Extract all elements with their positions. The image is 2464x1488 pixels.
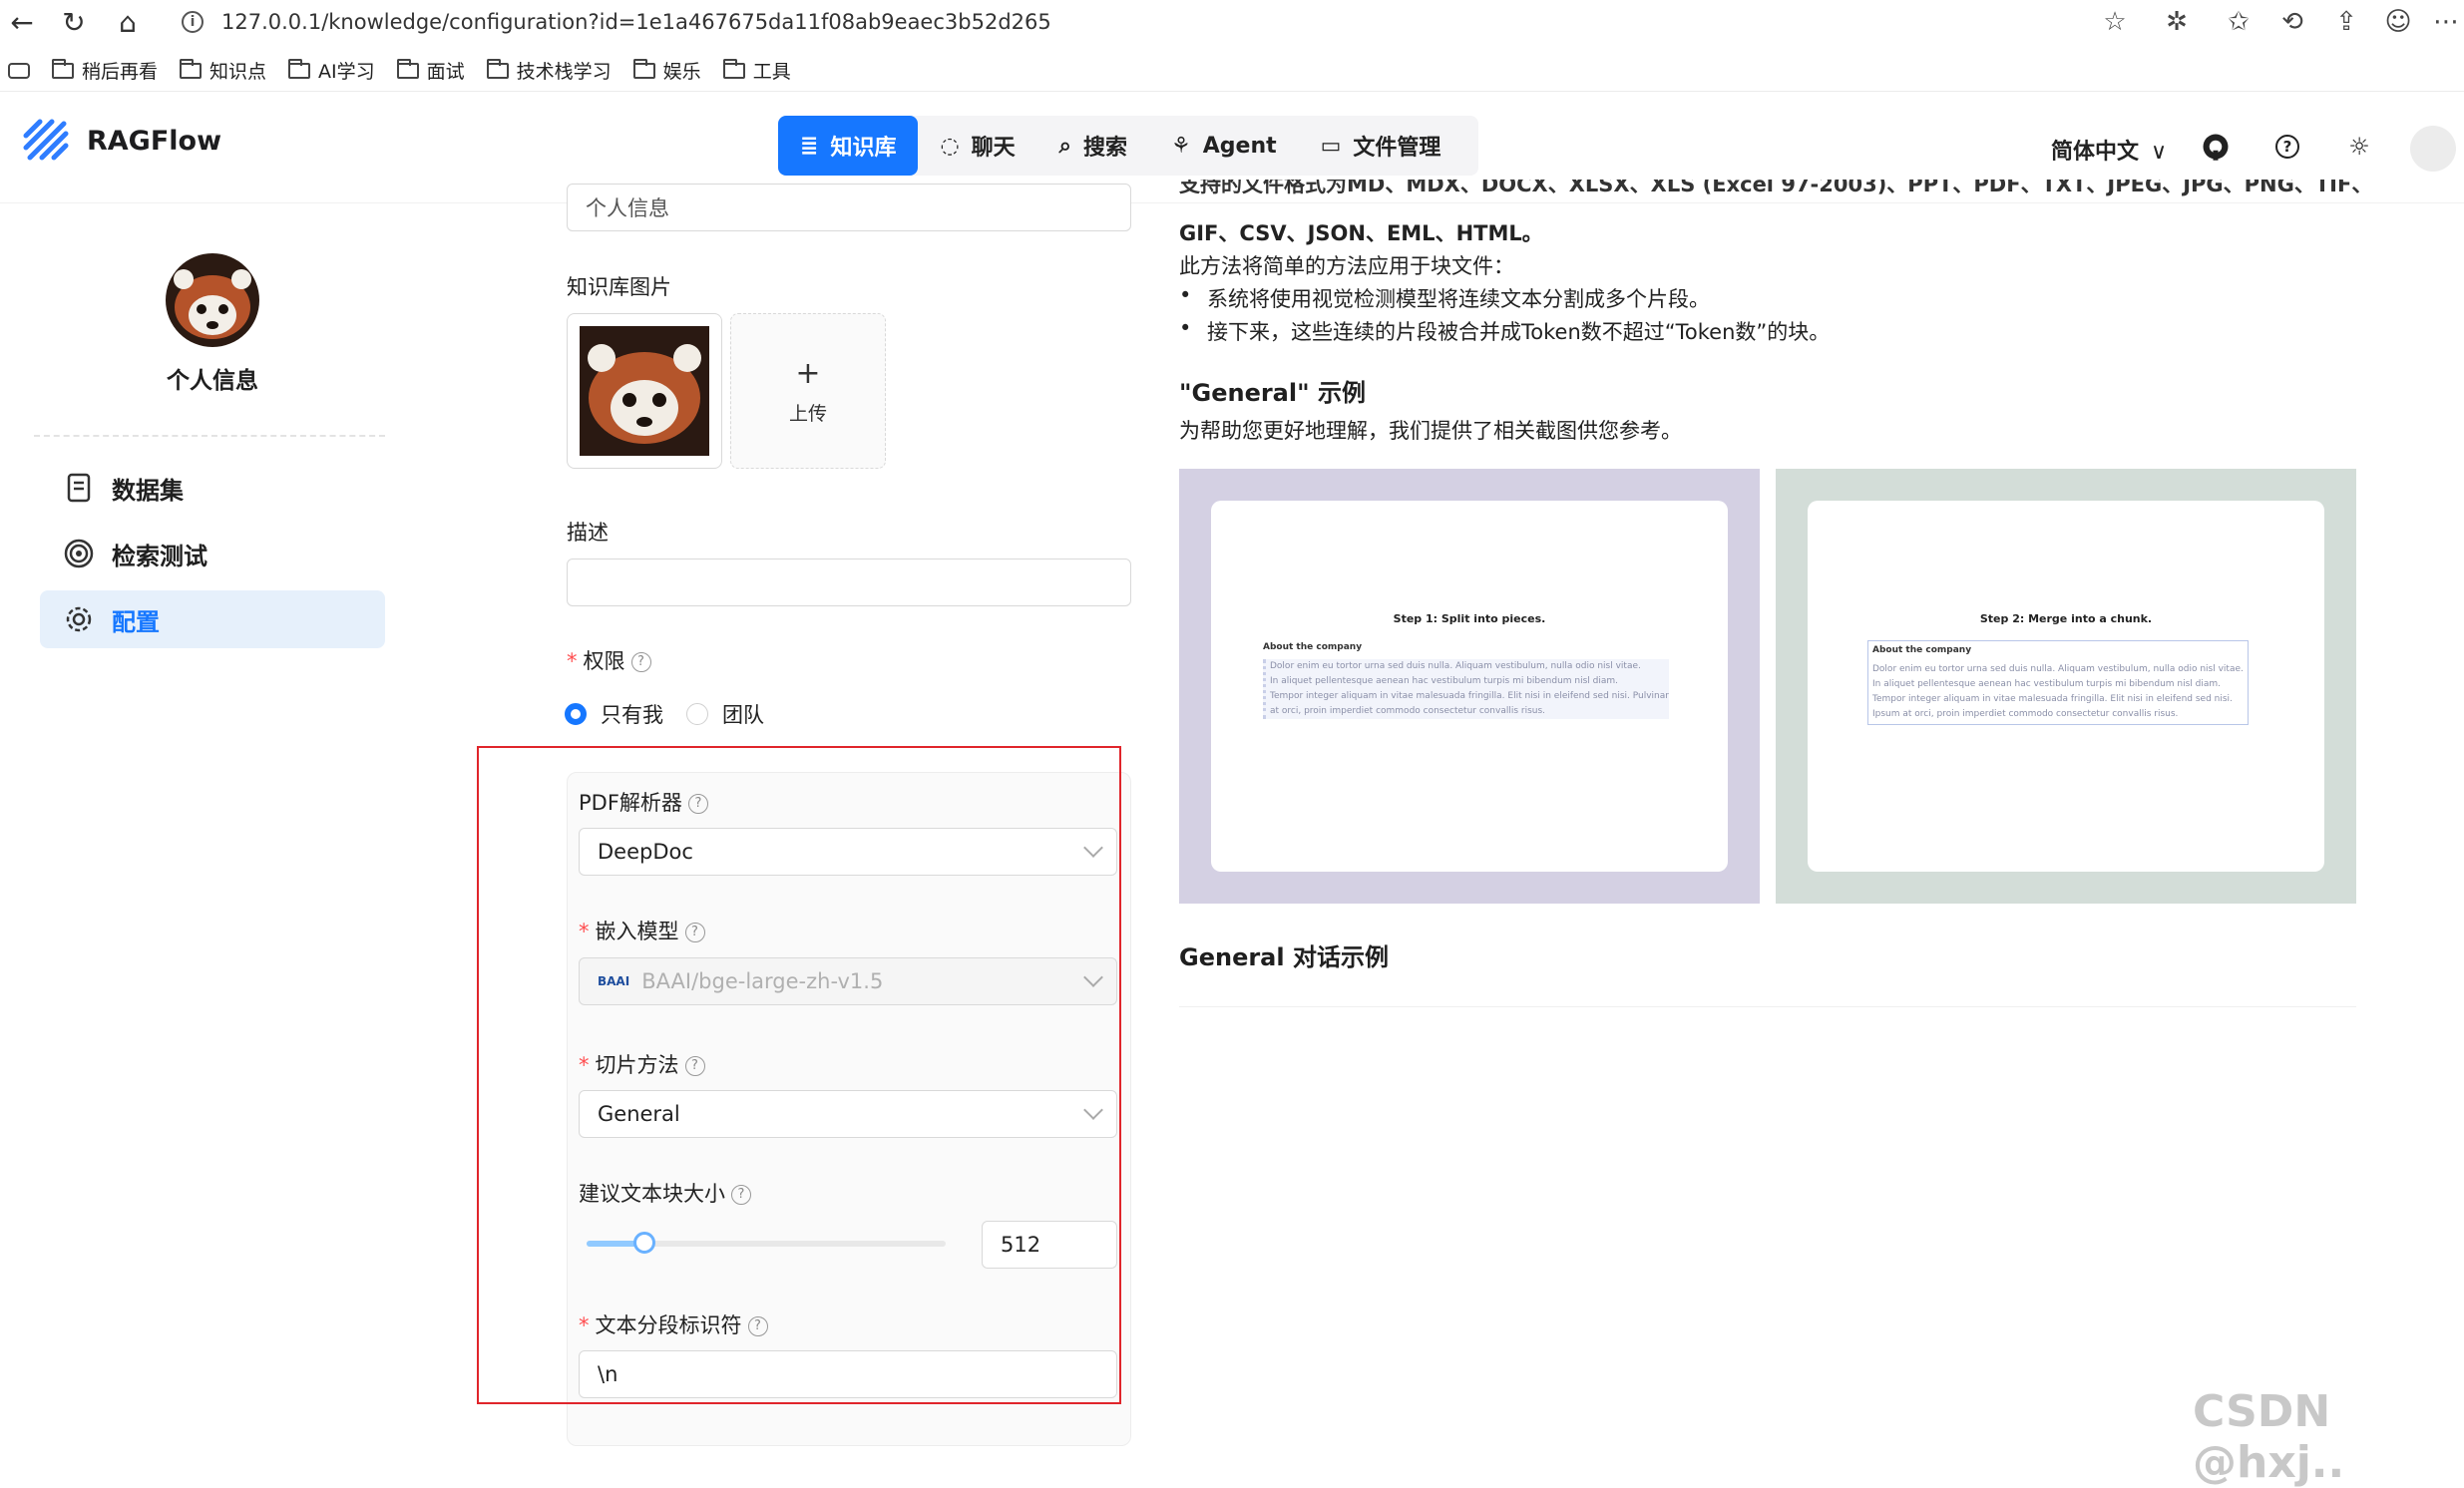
- dialog-example-title: General 对话示例: [1179, 943, 1389, 971]
- sidebar-item-dataset[interactable]: 数据集: [40, 459, 385, 517]
- site-info-icon[interactable]: i: [182, 11, 204, 33]
- favorite-star-icon[interactable]: ☆: [2099, 6, 2131, 38]
- bookmark-item[interactable]: 工具: [722, 57, 791, 84]
- avatar[interactable]: [2410, 126, 2456, 172]
- knowledge-image-card[interactable]: [567, 313, 722, 469]
- sidebar-item-retrieval-test[interactable]: 检索测试: [40, 525, 385, 582]
- watermark: CSDN @hxj..: [2193, 1386, 2345, 1488]
- description-input[interactable]: [567, 558, 1131, 606]
- example-image-split: Step 1: Split into pieces. About the com…: [1179, 469, 1760, 904]
- radio-unchecked: [686, 703, 708, 725]
- example-description: 为帮助您更好地理解，我们提供了相关截图供您参考。: [1179, 419, 1682, 443]
- history-icon[interactable]: ⟲: [2276, 6, 2308, 38]
- agent-icon: ⚘: [1171, 133, 1191, 159]
- upload-button[interactable]: + 上传: [730, 313, 886, 469]
- nav-file-management[interactable]: ▭ 文件管理: [1299, 116, 1463, 176]
- permission-radio-me[interactable]: 只有我: [565, 699, 663, 729]
- search-icon: ⌕: [1058, 133, 1071, 159]
- github-icon[interactable]: [2201, 132, 2231, 162]
- knowledge-name-input[interactable]: 个人信息: [567, 184, 1131, 231]
- chat-icon: ◌: [940, 133, 960, 159]
- example-card: Step 2: Merge into a chunk. About the co…: [1808, 501, 2324, 872]
- database-icon: ≣: [800, 133, 819, 159]
- nav-search[interactable]: ⌕ 搜索: [1037, 116, 1149, 176]
- folder-icon: [632, 58, 655, 79]
- main-nav: ≣ 知识库 ◌ 聊天 ⌕ 搜索 ⚘ Agent ▭ 文件管理: [778, 116, 1479, 176]
- example-image-merge: Step 2: Merge into a chunk. About the co…: [1776, 469, 2356, 904]
- section-divider: [1179, 1006, 2356, 1007]
- permission-label: * 权限?: [567, 645, 651, 675]
- profile-name: 个人信息: [167, 368, 258, 394]
- language-select[interactable]: 简体中文 ∨: [2051, 134, 2167, 166]
- nav-chat[interactable]: ◌ 聊天: [918, 116, 1036, 176]
- folder-icon: ▭: [1320, 133, 1342, 159]
- example-title: "General" 示例: [1179, 379, 1366, 407]
- target-icon: [64, 539, 94, 568]
- back-icon[interactable]: ←: [4, 4, 40, 40]
- folder-icon: [180, 58, 203, 79]
- address-bar[interactable]: i 127.0.0.1/knowledge/configuration?id=1…: [166, 2, 2121, 42]
- profile-icon[interactable]: ☺: [2382, 6, 2414, 38]
- example-text-block: About the company Dolor enim eu tortor u…: [1867, 640, 2249, 725]
- folder-icon: [52, 58, 74, 79]
- plus-icon: +: [795, 356, 821, 391]
- method-intro: 此方法将简单的方法应用于块文件：: [1179, 254, 1514, 278]
- browser-toolbar: ← ↻ ⌂ i 127.0.0.1/knowledge/configuratio…: [0, 0, 2464, 44]
- folder-icon: [396, 58, 419, 79]
- bookmark-item[interactable]: 技术栈学习: [486, 57, 612, 84]
- method-bullet: 系统将使用视觉检测模型将连续文本分割成多个片段。: [1179, 283, 1710, 313]
- extensions-icon[interactable]: ✲: [2161, 6, 2193, 38]
- reload-icon[interactable]: ↻: [56, 4, 92, 40]
- bookmarks-bar: 稍后再看 知识点 AI学习 面试 技术栈学习 娱乐 工具: [0, 50, 2464, 92]
- home-icon[interactable]: ⌂: [110, 4, 146, 40]
- annotation-highlight-box: [477, 746, 1121, 1404]
- folder-icon: [722, 58, 745, 79]
- nav-knowledge-base[interactable]: ≣ 知识库: [778, 116, 919, 176]
- more-icon[interactable]: ⋯: [2430, 6, 2462, 38]
- theme-toggle-icon[interactable]: ☼: [2344, 132, 2374, 162]
- folder-icon: [486, 58, 509, 79]
- bookmark-item[interactable]: AI学习: [288, 57, 375, 84]
- sidebar-item-configuration[interactable]: 配置: [40, 590, 385, 648]
- ragflow-logo-icon[interactable]: [20, 114, 72, 166]
- image-label: 知识库图片: [567, 275, 671, 299]
- help-icon[interactable]: ?: [2272, 132, 2302, 162]
- share-icon[interactable]: ⇪: [2330, 6, 2362, 38]
- bookmark-item[interactable]: 娱乐: [632, 57, 701, 84]
- knowledge-image: [580, 326, 709, 456]
- gear-icon: [66, 606, 92, 632]
- avatar: [166, 253, 259, 347]
- brand-name[interactable]: RAGFlow: [87, 126, 221, 157]
- permission-radio-team[interactable]: 团队: [686, 699, 764, 729]
- radio-checked: [565, 703, 587, 725]
- sidebar-divider: [34, 435, 385, 437]
- supported-formats-partial: 支持的文件格式为MD、MDX、DOCX、XLSX、XLS (Excel 97-2…: [1179, 180, 2373, 196]
- method-bullet: 接下来，这些连续的片段被合并成Token数不超过“Token数”的块。: [1179, 316, 1830, 346]
- favorites-icon[interactable]: ✩: [2223, 6, 2255, 38]
- example-step-label: Step 1: Split into pieces.: [1393, 612, 1546, 625]
- bookmark-item[interactable]: 稍后再看: [52, 57, 158, 84]
- example-card: Step 1: Split into pieces. About the com…: [1211, 501, 1728, 872]
- bookmark-item[interactable]: 知识点: [180, 57, 266, 84]
- document-icon: [67, 473, 91, 503]
- description-label: 描述: [567, 521, 609, 545]
- supported-formats-line: GIF、CSV、JSON、EML、HTML。: [1179, 221, 1543, 245]
- folder-icon: [288, 58, 311, 79]
- bookmark-item[interactable]: 面试: [396, 57, 465, 84]
- nav-agent[interactable]: ⚘ Agent: [1149, 116, 1299, 176]
- example-step-label: Step 2: Merge into a chunk.: [1979, 612, 2153, 625]
- bookmark-app-icon[interactable]: [8, 62, 30, 79]
- chevron-down-icon: ∨: [2151, 140, 2168, 165]
- question-circle-icon[interactable]: ?: [630, 652, 651, 672]
- url-text: 127.0.0.1/knowledge/configuration?id=1e1…: [221, 10, 1051, 34]
- example-text-block: About the company Dolor enim eu tortor u…: [1263, 640, 1669, 719]
